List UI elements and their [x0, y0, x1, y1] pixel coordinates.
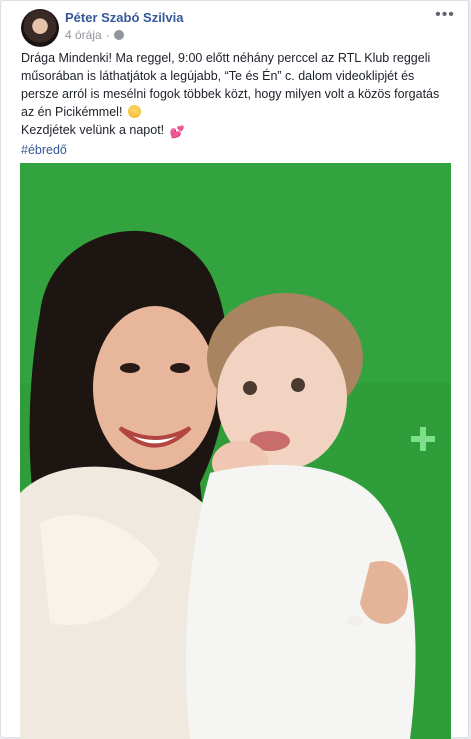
hashtag-link[interactable]: #ébredő: [21, 143, 67, 157]
post-text: Drága Mindenki! Ma reggel, 9:00 előtt né…: [21, 49, 451, 159]
hearts-icon: 💕: [169, 125, 185, 139]
post-text-line: Drága Mindenki! Ma reggel, 9:00 előtt né…: [21, 51, 431, 65]
post-meta: 4 órája ·: [65, 28, 124, 42]
post-text-line: persze arról is mesélni fogok többek köz…: [21, 87, 440, 101]
globe-icon[interactable]: [113, 30, 124, 40]
author-avatar[interactable]: [21, 9, 59, 47]
author-name[interactable]: Péter Szabó Szilvia: [65, 10, 184, 25]
more-options-icon[interactable]: •••: [435, 7, 455, 26]
grinning-face-icon: [127, 105, 141, 118]
meta-separator: ·: [105, 28, 110, 42]
post-timestamp[interactable]: 4 órája: [65, 28, 102, 42]
post-text-line: műsorában is láthatjátok a legújabb, “Te…: [21, 69, 415, 83]
post-text-line: Kezdjétek velünk a napot! 💕: [21, 123, 185, 139]
hashtag-line: #ébredő: [21, 141, 451, 159]
post-photo[interactable]: [20, 163, 451, 739]
facebook-post: Péter Szabó Szilvia 4 órája · ••• Drága …: [0, 0, 469, 739]
post-text-line: az én Picikémmel!: [21, 103, 451, 121]
photo-illustration: [20, 163, 451, 739]
